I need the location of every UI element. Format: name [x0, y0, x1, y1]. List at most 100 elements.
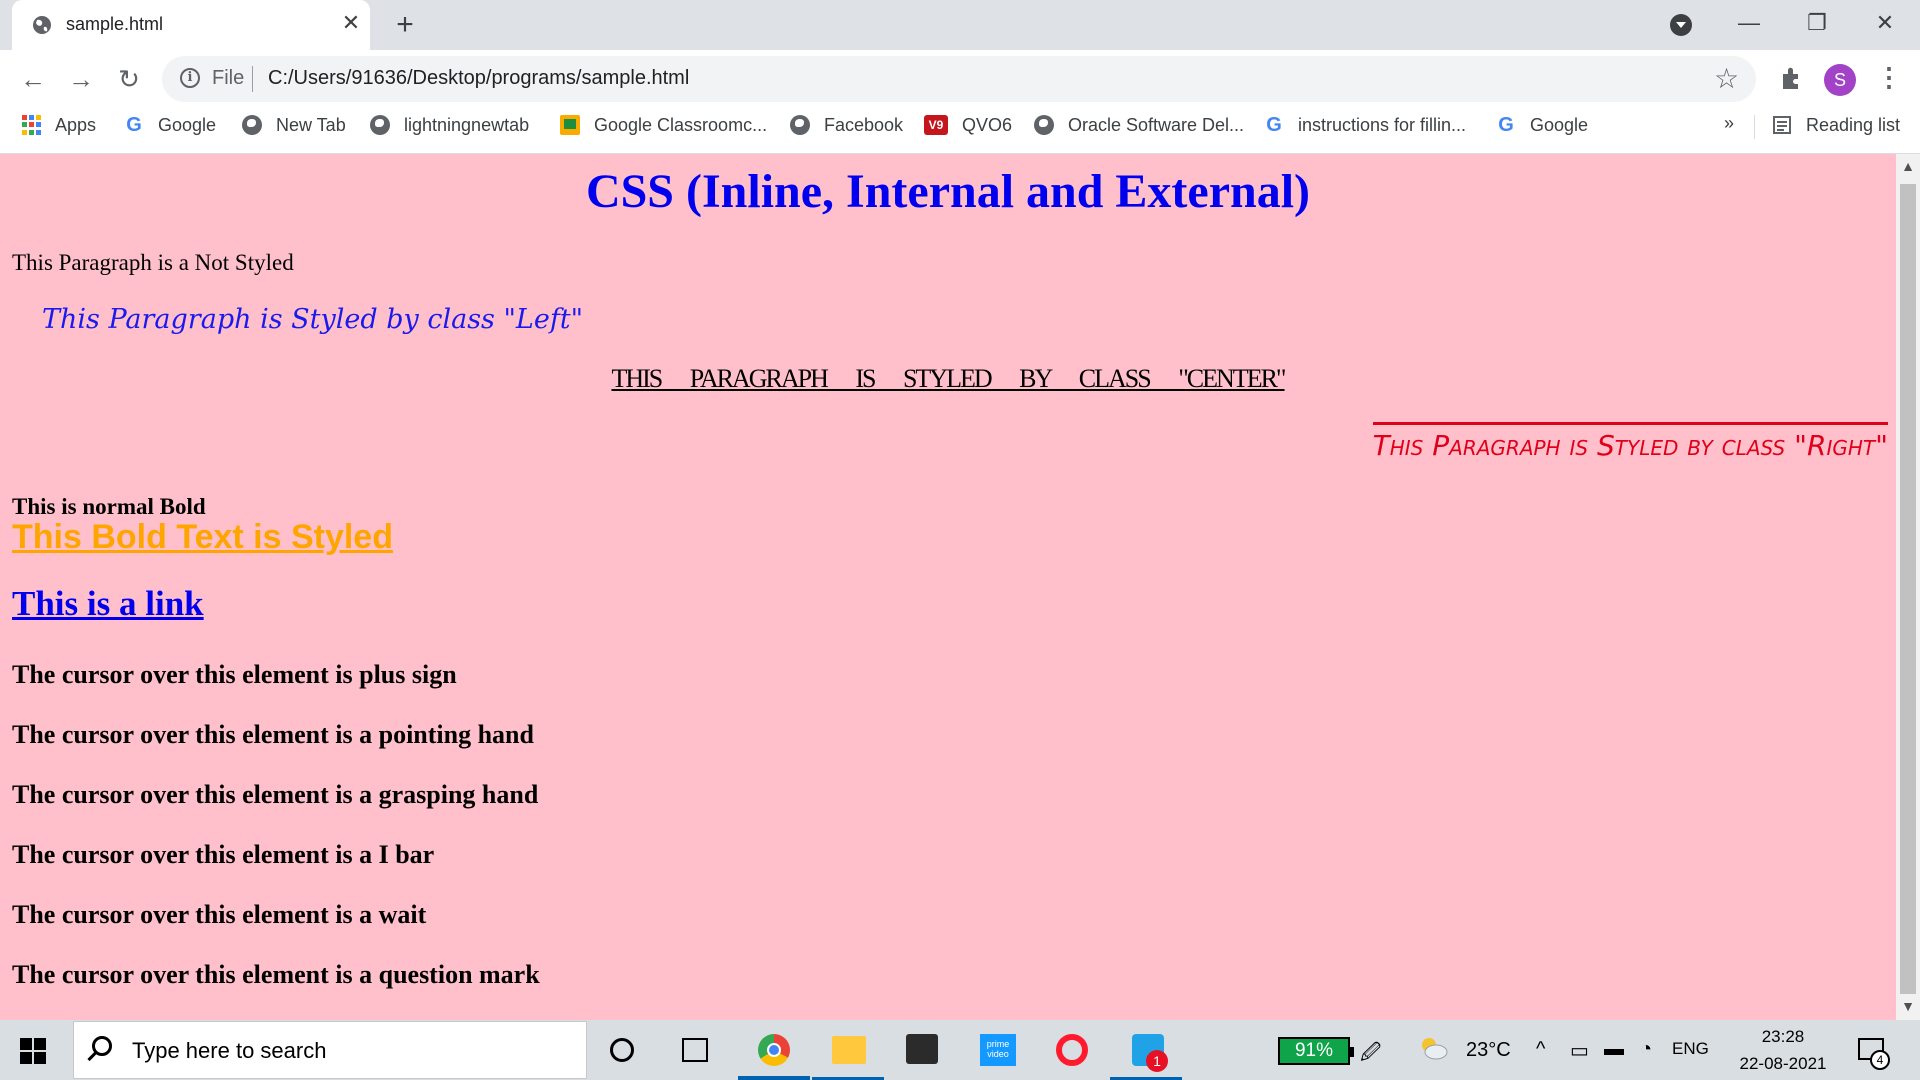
cursor-help-text[interactable]: The cursor over this element is a questi… [12, 960, 540, 990]
minimize-icon[interactable]: — [1724, 8, 1774, 38]
bookmark-google-2[interactable]: G Google [1496, 107, 1588, 143]
new-tab-plus-icon[interactable]: + [390, 10, 420, 40]
cursor-crosshair-text[interactable]: The cursor over this element is plus sig… [12, 660, 457, 690]
battery-indicator[interactable]: 91% [1278, 1037, 1354, 1065]
site-info-icon[interactable]: i [180, 68, 200, 88]
reload-icon[interactable]: ↻ [112, 62, 146, 96]
tab-search-chevron-icon[interactable] [1670, 14, 1692, 36]
bookmark-label: instructions for fillin... [1298, 114, 1467, 135]
cursor-pointer-text[interactable]: The cursor over this element is a pointi… [12, 720, 534, 750]
taskbar-search-box[interactable]: Type here to search [73, 1021, 587, 1079]
classroom-icon [560, 115, 580, 135]
language-indicator[interactable]: ENG [1672, 1039, 1709, 1059]
globe-icon [1034, 115, 1054, 135]
scroll-up-arrow-icon[interactable]: ▲ [1896, 154, 1920, 178]
url-separator [252, 66, 253, 92]
globe-icon [242, 115, 262, 135]
bookmark-star-icon[interactable]: ☆ [1714, 62, 1739, 95]
search-placeholder: Type here to search [132, 1038, 327, 1063]
bold-normal-text: This is normal Bold [12, 494, 206, 519]
close-window-icon[interactable]: ✕ [1860, 8, 1910, 38]
search-icon [92, 1036, 112, 1056]
clock-date[interactable]: 22-08-2021 [1734, 1054, 1832, 1074]
temperature-text[interactable]: 23°C [1466, 1039, 1511, 1062]
wifi-icon[interactable]: ◔ [1640, 1038, 1652, 1061]
tab-strip: sample.html ✕ + — ❐ ✕ [0, 0, 1920, 52]
reading-list-button[interactable]: Reading list [1772, 107, 1900, 143]
bookmark-label: Oracle Software Del... [1068, 114, 1245, 135]
back-arrow-icon[interactable]: ← [16, 62, 50, 96]
bookmark-new-tab[interactable]: New Tab [242, 107, 346, 143]
bookmark-label: New Tab [276, 114, 346, 135]
globe-icon [790, 115, 810, 135]
bookmark-instructions[interactable]: G instructions for fillin... [1264, 107, 1466, 143]
bookmark-apps[interactable]: Apps [22, 107, 96, 143]
bookmarks-overflow-icon[interactable]: » [1724, 113, 1734, 134]
chrome-menu-icon[interactable]: ⋮ [1876, 62, 1902, 93]
page-viewport: CSS (Inline, Internal and External) This… [0, 154, 1896, 1020]
google-icon: G [1266, 114, 1282, 136]
bookmark-lightningnewtab[interactable]: lightningnewtab [370, 107, 529, 143]
paragraph-left: This Paragraph is Styled by class "Left" [42, 304, 584, 335]
forward-arrow-icon[interactable]: → [64, 62, 98, 96]
bookmarks-divider [1754, 115, 1755, 139]
whatsapp-badge: 1 [1146, 1050, 1168, 1072]
bookmark-label: lightningnewtab [404, 114, 530, 135]
address-bar[interactable]: i File C:/Users/91636/Desktop/programs/s… [162, 56, 1756, 102]
cursor-text-text[interactable]: The cursor over this element is a I bar [12, 840, 434, 870]
chevron-up-icon[interactable]: ^ [1536, 1038, 1545, 1061]
pen-icon[interactable]: 🖉 [1360, 1038, 1381, 1072]
v9-icon: V9 [924, 115, 948, 135]
battery-tray-icon[interactable]: ▬ [1604, 1038, 1624, 1061]
paragraph-center: This Paragraph is Styled by class "Cente… [611, 364, 1286, 393]
bookmark-google[interactable]: G Google [124, 107, 216, 143]
bookmark-label: Google Classroomc... [594, 114, 768, 135]
browser-toolbar: ← → ↻ i File C:/Users/91636/Desktop/prog… [0, 50, 1920, 107]
page-title: CSS (Inline, Internal and External) [585, 165, 1311, 218]
cursor-grab-text[interactable]: The cursor over this element is a graspi… [12, 780, 538, 810]
meet-now-icon[interactable]: ▭ [1570, 1038, 1589, 1063]
prime-video-icon[interactable]: prime video [980, 1034, 1016, 1066]
bookmark-label: Google [158, 114, 217, 135]
reading-list-label: Reading list [1806, 114, 1901, 135]
weather-icon[interactable] [1418, 1036, 1448, 1060]
browser-tab[interactable]: sample.html ✕ [12, 0, 370, 52]
bold-styled-text: This Bold Text is Styled [12, 518, 393, 556]
scroll-down-arrow-icon[interactable]: ▼ [1896, 994, 1920, 1018]
bookmarks-bar: Apps G Google New Tab lightningnewtab Go… [0, 107, 1920, 154]
vertical-scrollbar[interactable]: ▲ ▼ [1896, 154, 1920, 1020]
cursor-wait-text[interactable]: The cursor over this element is a wait [12, 900, 426, 930]
taskbar: Type here to search prime video 1 91% 🖉 … [0, 1020, 1920, 1080]
bookmark-google-classroom[interactable]: Google Classroomc... [560, 107, 767, 143]
bookmark-facebook[interactable]: Facebook [790, 107, 903, 143]
chrome-taskbar-icon[interactable] [758, 1034, 790, 1066]
bookmark-label: QVO6 [962, 114, 1013, 135]
globe-icon [370, 115, 390, 135]
scrollbar-thumb[interactable] [1900, 184, 1916, 994]
reading-list-icon [1773, 116, 1791, 134]
paragraph-not-styled: This Paragraph is a Not Styled [12, 250, 294, 275]
clock-time[interactable]: 23:28 [1734, 1027, 1832, 1047]
page-link[interactable]: This is a link [12, 584, 204, 624]
apps-grid-icon [22, 115, 41, 135]
tab-close-icon[interactable]: ✕ [338, 10, 364, 36]
google-icon: G [1498, 114, 1514, 136]
chrome-active-indicator [738, 1076, 810, 1080]
bookmark-label: Facebook [824, 114, 904, 135]
profile-avatar[interactable]: S [1824, 64, 1856, 96]
cortana-icon[interactable] [610, 1038, 634, 1062]
paragraph-right: This Paragraph is Styled by class "Right… [1372, 422, 1888, 462]
extensions-puzzle-icon[interactable] [1778, 64, 1808, 94]
file-explorer-icon[interactable] [832, 1036, 866, 1064]
task-view-icon[interactable] [682, 1038, 708, 1062]
windows-start-icon[interactable] [20, 1038, 46, 1064]
restore-icon[interactable]: ❐ [1792, 8, 1842, 38]
bookmark-oracle[interactable]: Oracle Software Del... [1034, 107, 1244, 143]
bookmark-label: Apps [55, 114, 97, 135]
store-icon[interactable] [906, 1034, 938, 1064]
opera-icon[interactable] [1056, 1034, 1088, 1066]
url-text[interactable]: C:/Users/91636/Desktop/programs/sample.h… [268, 67, 689, 90]
url-scheme-label: File [212, 67, 245, 89]
notification-count-badge: 4 [1870, 1050, 1890, 1070]
bookmark-qvo6[interactable]: V9 QVO6 [924, 107, 1012, 143]
